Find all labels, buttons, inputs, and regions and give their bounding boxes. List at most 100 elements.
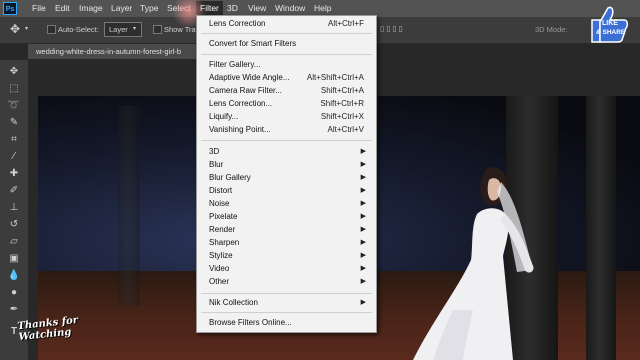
submenu-arrow-icon: ▶ [360,213,366,220]
menu-type[interactable]: Type [140,3,158,13]
healing-tool-icon[interactable]: ✚ [7,168,21,180]
menu-item-label: 3D [209,147,220,156]
menu-item-liquify[interactable]: Liquify... Shift+Ctrl+X [209,110,368,123]
submenu-arrow-icon: ▶ [360,265,366,272]
menu-item-blur[interactable]: Blur ▶ [209,158,368,171]
menu-item-camera-raw[interactable]: Camera Raw Filter... Shift+Ctrl+A [209,84,368,97]
menu-item-3d[interactable]: 3D ▶ [209,145,368,158]
photoshop-logo: Ps [3,2,17,15]
marquee-tool-icon[interactable]: ⬚ [7,83,21,95]
menu-item-distort[interactable]: Distort ▶ [209,184,368,197]
menu-item-pixelate[interactable]: Pixelate ▶ [209,210,368,223]
menu-item-label: Lens Correction... [209,99,273,108]
submenu-arrow-icon: ▶ [360,200,366,207]
menu-layer[interactable]: Layer [111,3,132,13]
clone-stamp-tool-icon[interactable]: ⊥ [7,202,21,214]
menu-item-noise[interactable]: Noise ▶ [209,197,368,210]
menu-divider [201,54,372,55]
auto-select-label: Auto-Select: [58,25,99,34]
menu-item-adaptive-wide-angle[interactable]: Adaptive Wide Angle... Alt+Shift+Ctrl+A [209,71,368,84]
menu-divider [201,293,372,294]
dodge-tool-icon[interactable]: ● [7,287,21,299]
like-text: LIKE [602,20,618,27]
menu-item-label: Pixelate [209,212,238,221]
move-icon[interactable]: ✥ [10,22,20,36]
menu-item-label: Video [209,264,230,273]
menu-item-other[interactable]: Other ▶ [209,275,368,288]
gradient-tool-icon[interactable]: ▣ [7,253,21,265]
auto-select-checkbox[interactable] [47,25,56,34]
submenu-arrow-icon: ▶ [360,226,366,233]
menu-item-shortcut: Alt+Ctrl+F [327,19,364,28]
menu-divider [201,312,372,313]
align-icons[interactable]: ▯ ▯ ▯ ▯ [380,24,403,33]
menu-divider [201,140,372,141]
menu-item-shortcut: Alt+Ctrl+V [327,125,364,134]
menu-item-filter-gallery[interactable]: Filter Gallery... [209,58,368,71]
menu-item-shortcut: Shift+Ctrl+X [320,112,364,121]
submenu-arrow-icon: ▶ [360,187,366,194]
menu-3d[interactable]: 3D [227,3,238,13]
menu-item-label: Convert for Smart Filters [209,39,297,48]
menu-item-browse-filters-online[interactable]: Browse Filters Online... [209,316,368,329]
lasso-tool-icon[interactable]: ➰ [7,100,21,112]
menu-item-shortcut: Alt+Shift+Ctrl+A [306,73,364,82]
eraser-tool-icon[interactable]: ▱ [7,236,21,248]
chevron-down-icon[interactable]: ▾ [25,25,28,32]
auto-select-value: Layer [109,25,128,34]
bride-figure [413,167,534,360]
crop-tool-icon[interactable]: ⌗ [7,134,21,146]
menu-item-vanishing-point[interactable]: Vanishing Point... Alt+Ctrl+V [209,123,368,136]
brush-tool-icon[interactable]: ✐ [7,185,21,197]
menu-item-stylize[interactable]: Stylize ▶ [209,249,368,262]
menu-view[interactable]: View [248,3,266,13]
tree-trunk [586,96,616,360]
submenu-arrow-icon: ▶ [360,148,366,155]
auto-select-dropdown[interactable]: Layer ▾ [104,22,142,37]
menu-help[interactable]: Help [314,3,331,13]
menu-item-sharpen[interactable]: Sharpen ▶ [209,236,368,249]
history-brush-tool-icon[interactable]: ↺ [7,219,21,231]
3d-mode-label: 3D Mode: [535,25,568,34]
menu-item-label: Noise [209,199,230,208]
menu-item-label: Vanishing Point... [209,125,271,134]
chevron-down-icon: ▾ [133,26,137,32]
menu-window[interactable]: Window [275,3,305,13]
like-share-badge: LIKE & SHARE [586,2,630,46]
quick-select-tool-icon[interactable]: ✎ [7,117,21,129]
menu-file[interactable]: File [32,3,46,13]
tree-trunk [118,106,140,306]
eyedropper-tool-icon[interactable]: ⁄ [7,151,21,163]
menu-item-video[interactable]: Video ▶ [209,262,368,275]
move-tool-icon[interactable]: ✥ [7,66,21,78]
menu-item-label: Stylize [209,251,233,260]
menu-item-label: Blur Gallery [209,173,251,182]
submenu-arrow-icon: ▶ [360,252,366,259]
menu-item-shortcut: Shift+Ctrl+A [320,86,364,95]
menu-item-label: Filter Gallery... [209,60,261,69]
blur-tool-icon[interactable]: 💧 [7,270,21,282]
menu-item-lens-correction-last[interactable]: Lens Correction Alt+Ctrl+F [209,17,368,30]
menu-item-label: Lens Correction [209,19,266,28]
menu-item-label: Render [209,225,236,234]
menu-item-shortcut: Shift+Ctrl+R [320,99,364,108]
menu-edit[interactable]: Edit [55,3,70,13]
menu-item-blur-gallery[interactable]: Blur Gallery ▶ [209,171,368,184]
tools-panel: ✥ ⬚ ➰ ✎ ⌗ ⁄ ✚ ✐ ⊥ ↺ ▱ ▣ 💧 ● ✒ T [0,60,28,360]
show-transform-checkbox[interactable] [153,25,162,34]
document-tab[interactable]: wedding-white-dress-in-autumn-forest-gir… [28,44,200,59]
menu-item-label: Distort [209,186,233,195]
menu-item-lens-correction[interactable]: Lens Correction... Shift+Ctrl+R [209,97,368,110]
menu-image[interactable]: Image [79,3,103,13]
filter-menu: Lens Correction Alt+Ctrl+F Convert for S… [196,15,377,333]
menu-item-convert-smart-filters[interactable]: Convert for Smart Filters [209,37,368,50]
menu-item-nik-collection[interactable]: Nik Collection ▶ [209,296,368,309]
pen-tool-icon[interactable]: ✒ [7,304,21,316]
submenu-arrow-icon: ▶ [360,278,366,285]
menu-item-render[interactable]: Render ▶ [209,223,368,236]
submenu-arrow-icon: ▶ [360,174,366,181]
menu-item-label: Liquify... [209,112,239,121]
submenu-arrow-icon: ▶ [360,239,366,246]
submenu-arrow-icon: ▶ [360,299,366,306]
menu-item-label: Sharpen [209,238,240,247]
